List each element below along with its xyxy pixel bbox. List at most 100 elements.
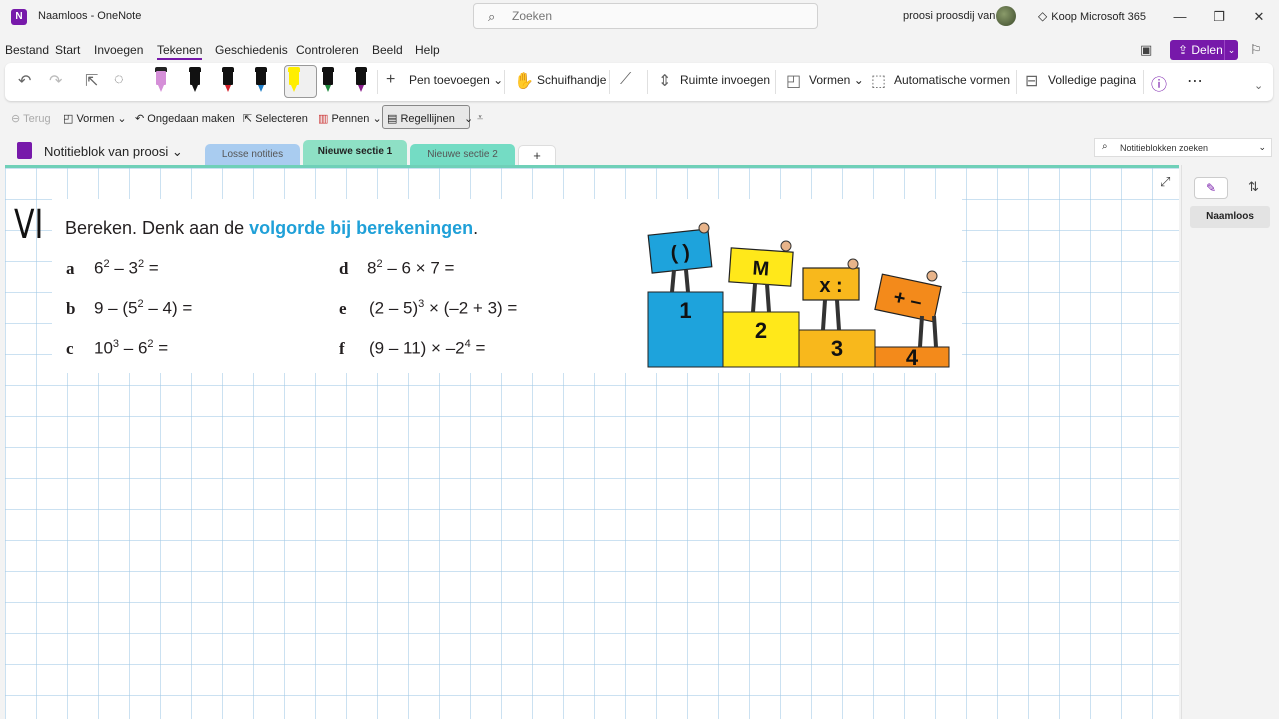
pen-7[interactable]	[355, 67, 367, 93]
minimize-button[interactable]: —	[1170, 7, 1190, 27]
shapes-menu-label: Vormen	[76, 113, 115, 125]
overflow-icon[interactable]: ⩡	[477, 112, 483, 125]
select-arrow-icon[interactable]: ⇱	[85, 71, 98, 91]
onenote-logo-icon: N	[11, 9, 27, 25]
tab-invoegen[interactable]: Invoegen	[94, 43, 143, 57]
handwritten-mark: VI	[14, 202, 44, 248]
pen-5-highlighter[interactable]	[288, 67, 300, 93]
pen-2[interactable]	[189, 67, 201, 93]
lasso-select-icon[interactable]: ◌	[114, 71, 124, 89]
pen-body	[323, 71, 333, 85]
diamond-icon: ◇	[1038, 9, 1048, 23]
exercise-c: 103 – 62 =	[94, 338, 168, 359]
select-button[interactable]: ⇱ Selecteren	[243, 112, 308, 125]
figure-head	[780, 240, 792, 252]
podium-place-2: 2	[755, 318, 767, 343]
pens-icon: ▥	[318, 113, 329, 125]
pen-tip	[325, 85, 331, 92]
tab-geschiedenis[interactable]: Geschiedenis	[215, 43, 288, 57]
add-pen-label: Pen toevoegen	[409, 73, 490, 87]
shapes-menu-button[interactable]: ◰ Vormen ⌄	[63, 112, 127, 125]
figure-legs	[751, 283, 771, 313]
exercise-letter-d: d	[339, 259, 349, 278]
notebook-search[interactable]: ⌕ Notitieblokken zoeken ⌄	[1094, 138, 1272, 157]
close-button[interactable]: ✕	[1249, 7, 1269, 27]
exercise-a: 62 – 32 =	[94, 258, 159, 279]
pages-pane: ✎ ⇅ Naamloos	[1181, 165, 1279, 719]
tab-bestand[interactable]: Bestand	[5, 43, 49, 57]
insert-space-button[interactable]: Ruimte invoegen	[680, 73, 770, 87]
section-tab-nieuwe-sectie-2[interactable]: Nieuwe sectie 2	[410, 144, 515, 166]
expression-part: =	[470, 338, 486, 358]
pen-3[interactable]	[222, 67, 234, 93]
tab-controleren[interactable]: Controleren	[296, 43, 359, 57]
share-button[interactable]: ⇪ Delen ⌄	[1170, 40, 1238, 60]
shapes-button[interactable]: Vormen ⌄	[809, 73, 864, 87]
page-item-naamloos[interactable]: Naamloos	[1190, 206, 1270, 228]
pen-1[interactable]	[155, 67, 167, 93]
restore-button[interactable]: ❐	[1209, 7, 1229, 27]
section-tab-losse-notities[interactable]: Losse notities	[205, 144, 300, 166]
comments-icon[interactable]: ⚐	[1250, 42, 1262, 58]
section-tab-nieuwe-sectie-1[interactable]: Nieuwe sectie 1	[303, 140, 407, 166]
expand-icon[interactable]: ⤢	[1160, 174, 1170, 190]
notebook-selector[interactable]: Notitieblok van proosi ⌄	[44, 144, 183, 160]
shapes-icon: ◰	[786, 73, 802, 90]
share-icon: ⇪	[1178, 43, 1192, 57]
sign-label-2: M	[752, 257, 770, 280]
pen-tip	[258, 85, 264, 92]
notebook-icon	[17, 142, 32, 159]
expression-part: – 3	[109, 258, 138, 278]
exercise-d: 82 – 6 × 7 =	[367, 258, 454, 279]
expand-ribbon-icon[interactable]: ⌄	[1254, 79, 1263, 92]
pan-button[interactable]: Schuifhandje	[537, 73, 606, 87]
tab-tekenen[interactable]: Tekenen	[157, 43, 203, 60]
undo-icon[interactable]: ↶	[18, 71, 31, 91]
expression-part: 9 – (5	[94, 298, 138, 318]
pen-body	[356, 71, 366, 85]
sort-icon[interactable]: ⇅	[1248, 179, 1259, 195]
add-section-button[interactable]: +	[518, 145, 556, 167]
tab-beeld[interactable]: Beeld	[372, 43, 403, 57]
add-pen-button[interactable]: Pen toevoegen ⌄	[409, 73, 503, 87]
avatar[interactable]	[996, 6, 1016, 26]
ruler-icon[interactable]: ⟋	[620, 71, 631, 89]
notebook-view-icon[interactable]: ▣	[1140, 42, 1152, 58]
sign-label-3: x :	[819, 275, 842, 297]
pen-4[interactable]	[255, 67, 267, 93]
tab-start[interactable]: Start	[55, 43, 80, 57]
user-name[interactable]: proosi proosdij van	[903, 10, 995, 22]
worksheet-title: Bereken. Denk aan de volgorde bij bereke…	[65, 218, 478, 239]
pen-tip	[291, 85, 297, 92]
auto-shapes-button[interactable]: Automatische vormen	[894, 73, 1010, 87]
menu-bar: Bestand Start Invoegen Tekenen Geschiede…	[0, 38, 1279, 62]
exercise-letter-f: f	[339, 339, 345, 358]
search-box[interactable]: ⌕	[473, 3, 818, 29]
shapes-label: Vormen	[809, 73, 851, 87]
back-button[interactable]: ⊖ Terug	[11, 112, 51, 125]
redo-icon[interactable]: ↷	[49, 71, 62, 91]
expression-part: – 6 × 7 =	[382, 258, 455, 278]
chevron-down-icon[interactable]: ⌄	[1258, 142, 1266, 153]
expression-part: (2 – 5)	[369, 298, 419, 318]
add-page-button[interactable]: ✎	[1194, 177, 1228, 199]
buy-microsoft-365-link[interactable]: ◇ Koop Microsoft 365	[1038, 9, 1146, 23]
share-dropdown-icon[interactable]: ⌄	[1224, 40, 1238, 60]
tab-help[interactable]: Help	[415, 43, 440, 57]
help-icon[interactable]: ⓘ	[1151, 71, 1167, 95]
draw-ribbon: ↶ ↷ ⇱ ◌ + Pen toevoegen ⌄ ✋ Schuifhandje…	[5, 63, 1273, 101]
more-options-icon[interactable]: ⋯	[1187, 71, 1203, 91]
window-title: Naamloos - OneNote	[38, 10, 142, 22]
rule-lines-button[interactable]: ▤ Regellijnen ⌄	[387, 112, 473, 125]
pens-menu-button[interactable]: ▥ Pennen ⌄	[318, 112, 382, 125]
figure-legs	[670, 269, 690, 293]
full-page-button[interactable]: Volledige pagina	[1048, 73, 1136, 87]
pen-body	[156, 71, 166, 85]
rule-lines-dropdown-icon: ⌄	[463, 113, 474, 125]
full-page-icon: ⊟	[1025, 73, 1039, 90]
search-input[interactable]	[512, 8, 802, 24]
pens-label: Pennen	[331, 113, 370, 125]
figure-head	[926, 270, 938, 282]
undo-button[interactable]: ↶ Ongedaan maken	[135, 112, 235, 125]
pen-6[interactable]	[322, 67, 334, 93]
